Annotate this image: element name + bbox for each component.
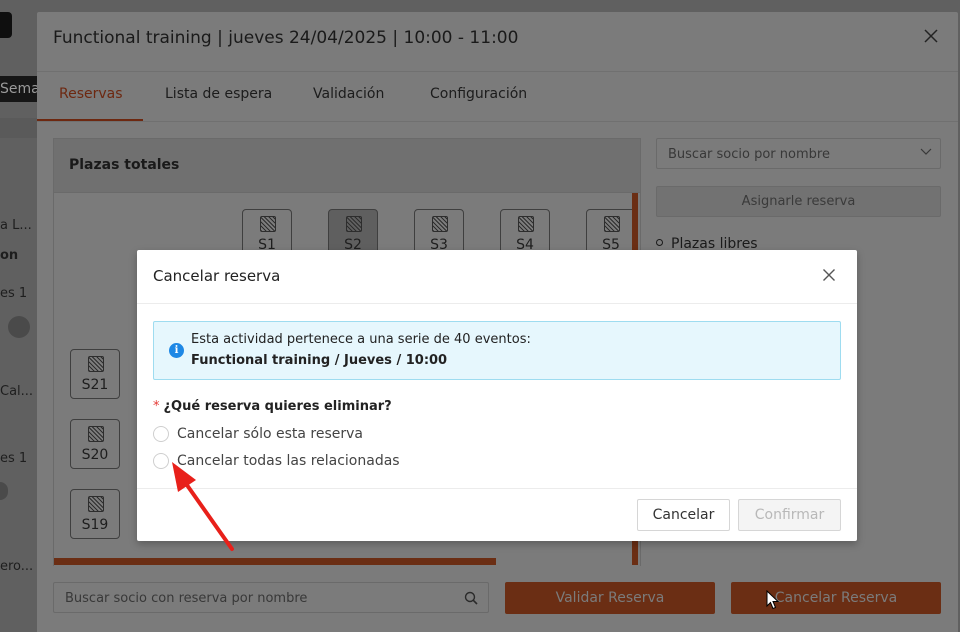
seat-s19[interactable]: S19 (70, 489, 120, 539)
background-avatar (0, 482, 8, 500)
question-text: ¿Qué reserva quieres eliminar? (163, 399, 392, 414)
dialog-header: Cancelar reserva (137, 250, 857, 304)
chevron-down-icon (920, 145, 932, 160)
seat-s20[interactable]: S20 (70, 419, 120, 469)
radio-button[interactable] (153, 453, 169, 469)
background-button (0, 12, 12, 38)
tab-validacion[interactable]: Validación (313, 86, 384, 102)
background-week-button: Sema (0, 76, 40, 102)
option-label[interactable]: Cancelar todas las relacionadas (177, 453, 400, 469)
member-search-placeholder: Buscar socio por nombre (668, 147, 830, 162)
seat-icon (88, 356, 104, 372)
background-strip (0, 118, 38, 138)
cancel-reservation-dialog: Cancelar reserva i Esta actividad perten… (137, 250, 857, 541)
series-name: Functional training / Jueves / 10:00 (191, 353, 448, 368)
background-text: es 1 (0, 451, 28, 466)
close-icon[interactable] (821, 267, 837, 283)
seat-icon (518, 216, 534, 232)
tab-lista-espera[interactable]: Lista de espera (165, 86, 272, 102)
radio-button[interactable] (153, 426, 169, 442)
seat-icon (88, 426, 104, 442)
required-asterisk: * (153, 399, 160, 414)
background-text: on (0, 248, 19, 263)
seat-label: S21 (81, 377, 109, 393)
validate-reservation-button[interactable]: Validar Reserva (505, 582, 715, 614)
seat-icon (432, 216, 448, 232)
info-message: Esta actividad pertenece a una serie de … (191, 332, 531, 347)
cancel-button[interactable]: Cancelar (637, 499, 730, 531)
assign-reservation-button[interactable]: Asignarle reserva (656, 186, 941, 217)
seat-icon (346, 216, 362, 232)
confirm-button[interactable]: Confirmar (738, 499, 841, 531)
seat-icon (260, 216, 276, 232)
background-text: a L... (0, 218, 32, 233)
free-seat-dot-icon (656, 239, 663, 246)
seat-label: S20 (81, 447, 109, 463)
background-text: Cal... (0, 384, 34, 399)
seat-s21[interactable]: S21 (70, 349, 120, 399)
modal-close-icon[interactable] (922, 28, 940, 46)
modal-title: Functional training | jueves 24/04/2025 … (53, 28, 519, 48)
active-tab-indicator (37, 119, 143, 121)
dialog-title: Cancelar reserva (153, 267, 281, 285)
cancel-question-label: * ¿Qué reserva quieres eliminar? (153, 399, 392, 414)
horizontal-scrollbar[interactable] (54, 558, 496, 565)
search-icon (464, 590, 478, 605)
reservation-search-placeholder: Buscar socio con reserva por nombre (65, 591, 308, 606)
dialog-footer-divider (137, 488, 857, 489)
background-avatar (8, 316, 30, 338)
modal-header: Functional training | jueves 24/04/2025 … (37, 12, 958, 72)
panel-title: Plazas totales (69, 157, 180, 173)
info-icon: i (169, 343, 184, 358)
background-text: es 1 (0, 286, 28, 301)
seat-label: S19 (81, 517, 109, 533)
background-text: ero... (0, 559, 34, 574)
tab-reservas[interactable]: Reservas (59, 86, 123, 102)
reservation-search-input[interactable]: Buscar socio con reserva por nombre (53, 582, 489, 613)
cancel-reservation-button[interactable]: Cancelar Reserva (731, 582, 941, 614)
mouse-cursor-icon (766, 590, 780, 610)
modal-tabs: Reservas Lista de espera Validación Conf… (37, 73, 958, 122)
seat-icon (604, 216, 620, 232)
tab-configuracion[interactable]: Configuración (430, 86, 527, 102)
seat-icon (88, 496, 104, 512)
member-search-select[interactable]: Buscar socio por nombre (656, 138, 941, 169)
option-label[interactable]: Cancelar sólo esta reserva (177, 426, 363, 442)
series-info-alert: i Esta actividad pertenece a una serie d… (153, 321, 841, 380)
